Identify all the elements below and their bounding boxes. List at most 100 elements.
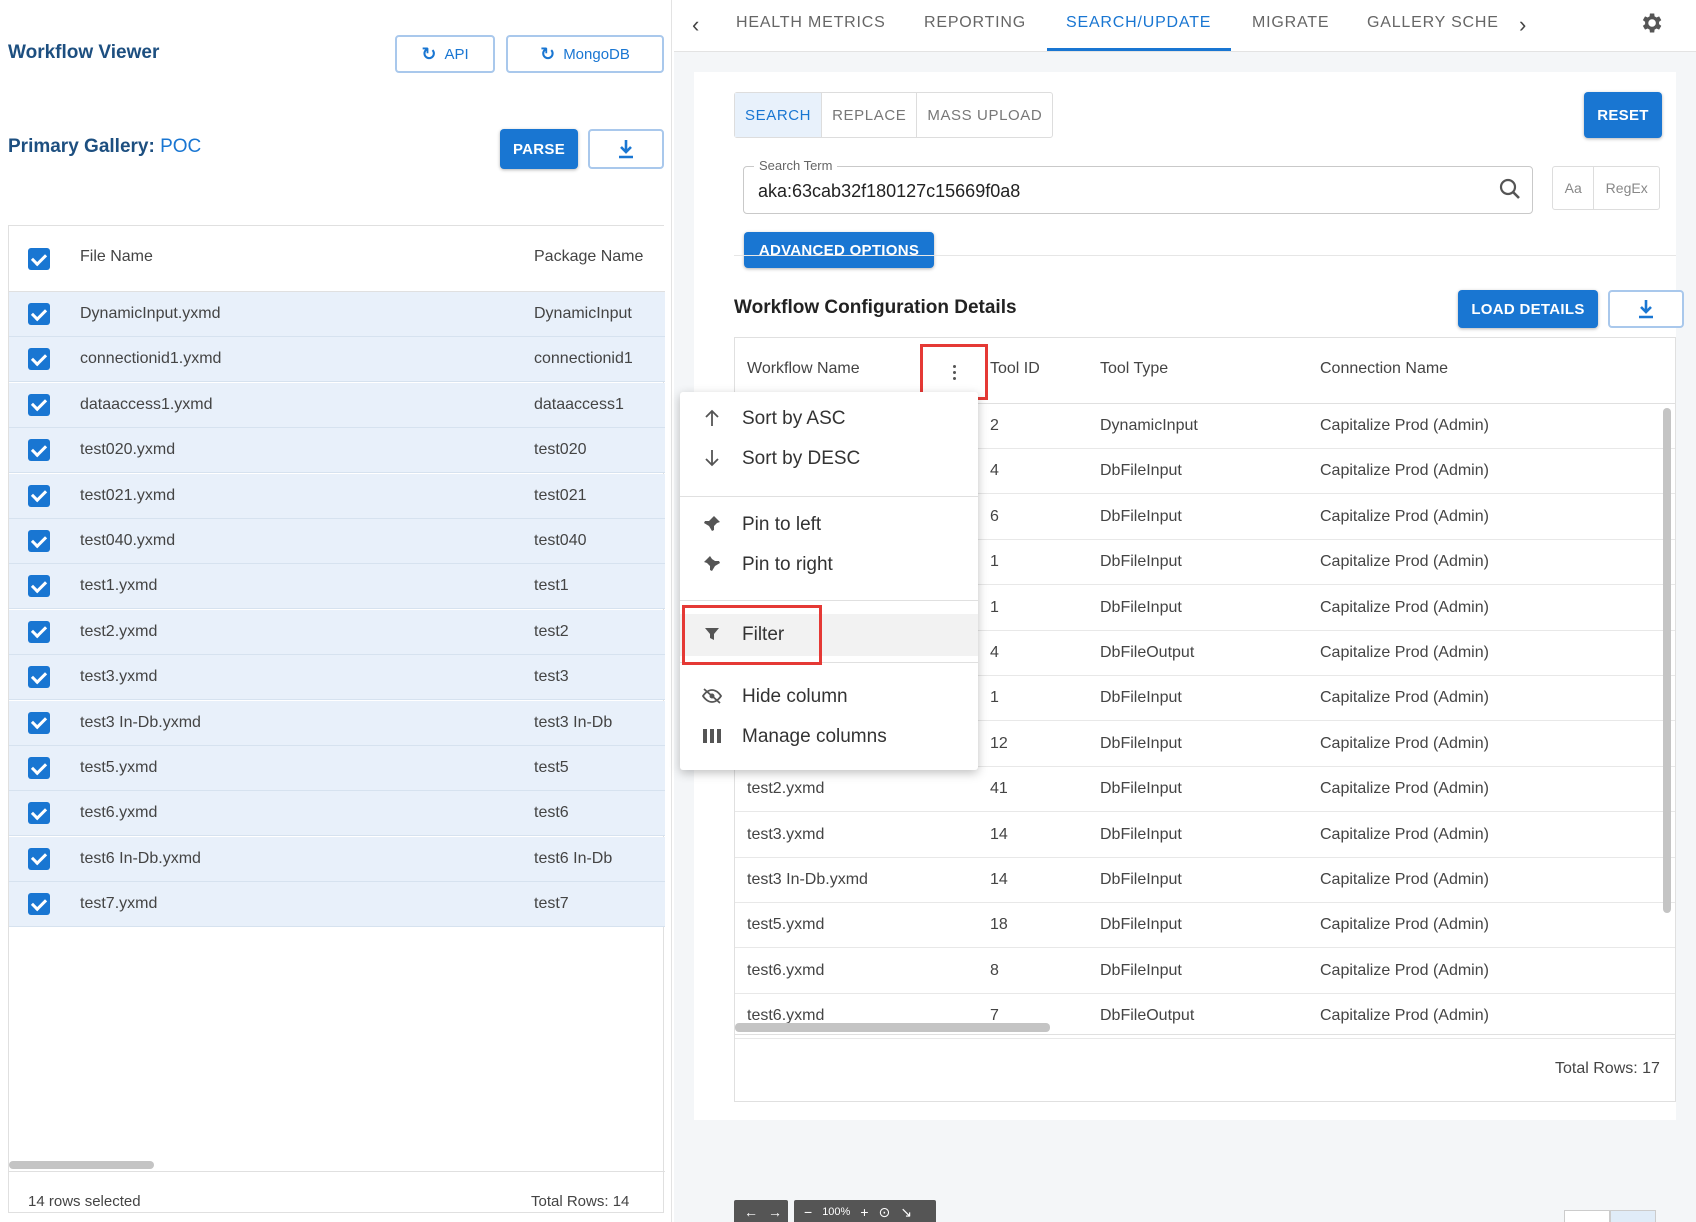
active-tab-indicator	[1047, 48, 1231, 51]
zoom-reset-icon[interactable]: ⊙	[879, 1204, 891, 1221]
left-download-button[interactable]	[588, 129, 664, 169]
row-checkbox[interactable]	[28, 439, 50, 462]
zoom-in-icon[interactable]: +	[860, 1204, 868, 1220]
table-row[interactable]: dataaccess1.yxmd dataaccess1	[9, 382, 665, 428]
row-checkbox[interactable]	[28, 575, 50, 598]
reset-button[interactable]: RESET	[1584, 92, 1662, 138]
table-row[interactable]: test021.yxmd test021	[9, 473, 665, 519]
table-row[interactable]: test7.yxmd test7	[9, 882, 665, 928]
select-all-checkbox[interactable]	[28, 248, 50, 270]
table-row[interactable]: test1.yxmd test1	[9, 564, 665, 610]
row-checkbox[interactable]	[28, 893, 50, 916]
table-row[interactable]: test040.yxmd test040	[9, 519, 665, 564]
table-row[interactable]: test6.yxmd test6	[9, 791, 665, 837]
settings-gear-icon[interactable]	[1634, 6, 1668, 40]
table-row[interactable]: test6 In-Db.yxmd test6 In-Db	[9, 836, 665, 882]
advanced-options-button[interactable]: ADVANCED OPTIONS	[744, 232, 934, 268]
menu-item-sort-desc[interactable]: Sort by DESC	[680, 438, 978, 480]
table-row[interactable]: test3.yxmd test3	[9, 655, 665, 701]
row-checkbox[interactable]	[28, 620, 50, 643]
tab-bar: ‹ HEALTH METRICS REPORTING SEARCH/UPDATE…	[674, 0, 1696, 52]
mode-replace[interactable]: REPLACE	[822, 93, 918, 137]
tool-id-cell: 2	[990, 417, 999, 434]
header-file-name[interactable]: File Name	[80, 248, 153, 266]
table-row[interactable]: test6.yxmd 8 DbFileInput Capitalize Prod (A…	[735, 949, 1675, 994]
row-checkbox[interactable]	[28, 348, 50, 371]
tool-id-cell: 14	[990, 825, 1008, 843]
regex-toggle[interactable]: RegEx	[1594, 167, 1659, 209]
row-checkbox[interactable]	[28, 393, 50, 416]
header-package-name[interactable]: Package Name	[534, 248, 643, 266]
row-checkbox[interactable]	[28, 484, 50, 507]
match-case-toggle[interactable]: Aa	[1553, 167, 1595, 209]
search-term-field[interactable]: Search Term aka:63cab32f180127c15669f0a8	[743, 158, 1533, 214]
table-row[interactable]: test3 In-Db.yxmd test3 In-Db	[9, 700, 665, 746]
table-row[interactable]: DynamicInput.yxmd DynamicInput	[9, 292, 665, 337]
table-row[interactable]: connectionid1.yxmd connectionid1	[9, 337, 665, 383]
table-row[interactable]: test5.yxmd test5	[9, 746, 665, 791]
zoom-out-icon[interactable]: −	[804, 1204, 812, 1220]
table-row[interactable]: test020.yxmd test020	[9, 428, 665, 474]
menu-item-pin-left[interactable]: Pin to left	[680, 504, 978, 546]
tabs-scroll-right-icon[interactable]: ›	[1519, 12, 1526, 38]
view-toggle-left[interactable]	[1564, 1210, 1610, 1222]
primary-gallery-label: Primary Gallery: POC	[8, 136, 201, 158]
row-checkbox[interactable]	[28, 847, 50, 870]
menu-label: Sort by DESC	[742, 448, 861, 469]
package-name-cell: test1	[534, 577, 569, 595]
row-checkbox[interactable]	[28, 757, 50, 779]
collapse-icon[interactable]: ↘	[900, 1204, 912, 1221]
header-tool-id[interactable]: Tool ID	[990, 360, 1040, 378]
package-name-cell: connectionid1	[534, 350, 633, 368]
vertical-scrollbar[interactable]	[1663, 408, 1671, 913]
menu-item-manage-columns[interactable]: Manage columns	[680, 716, 978, 758]
refresh-api-button[interactable]: ↻ API	[395, 35, 495, 73]
table-row[interactable]: test6.yxmd 7 DbFileOutput Capitalize Prod (…	[735, 994, 1675, 1040]
tabs-scroll-left-icon[interactable]: ‹	[692, 12, 699, 38]
search-term-input[interactable]: aka:63cab32f180127c15669f0a8	[758, 181, 1020, 202]
table-row[interactable]: test3 In-Db.yxmd 14 DbFileInput Capitalize …	[735, 858, 1675, 903]
row-checkbox[interactable]	[28, 802, 50, 825]
connection-name-cell: Capitalize Prod (Admin)	[1320, 1007, 1489, 1025]
header-workflow-name[interactable]: Workflow Name	[747, 360, 860, 378]
horizontal-scrollbar[interactable]	[9, 1161, 154, 1169]
header-tool-type[interactable]: Tool Type	[1100, 360, 1168, 378]
connection-name-cell: Capitalize Prod (Admin)	[1320, 689, 1489, 707]
refresh-mongodb-button[interactable]: ↻ MongoDB	[506, 35, 664, 73]
load-details-button[interactable]: LOAD DETAILS	[1458, 290, 1598, 328]
tool-type-cell: DbFileInput	[1100, 825, 1182, 843]
tab-gallery-schedule[interactable]: GALLERY SCHE	[1367, 14, 1499, 32]
file-name-cell: test7.yxmd	[80, 895, 158, 913]
row-checkbox[interactable]	[28, 666, 50, 689]
back-arrow-icon[interactable]: ←	[744, 1204, 758, 1220]
view-toggle-right[interactable]	[1610, 1210, 1656, 1222]
parse-button[interactable]: PARSE	[500, 129, 578, 169]
forward-arrow-icon[interactable]: →	[768, 1204, 782, 1220]
package-name-cell: test3	[534, 668, 569, 686]
row-checkbox[interactable]	[28, 711, 50, 734]
search-icon[interactable]	[1498, 177, 1522, 206]
tool-id-cell: 1	[990, 689, 999, 707]
row-checkbox[interactable]	[28, 303, 50, 325]
menu-item-hide-column[interactable]: Hide column	[680, 676, 978, 718]
table-row[interactable]: test3.yxmd 14 DbFileInput Capitalize Prod (…	[735, 813, 1675, 858]
tool-type-cell: DbFileInput	[1100, 689, 1182, 707]
details-download-button[interactable]	[1608, 290, 1684, 328]
menu-item-sort-asc[interactable]: Sort by ASC	[680, 398, 978, 440]
horizontal-scrollbar[interactable]	[735, 1023, 1050, 1032]
row-checkbox[interactable]	[28, 530, 50, 552]
tab-health-metrics[interactable]: HEALTH METRICS	[736, 14, 886, 32]
table-row[interactable]: test2.yxmd 41 DbFileInput Capitalize Prod (…	[735, 767, 1675, 813]
table-row[interactable]: test5.yxmd 18 DbFileInput Capitalize Prod (…	[735, 903, 1675, 949]
mode-mass-upload[interactable]: MASS UPLOAD	[917, 93, 1052, 137]
tab-search-update[interactable]: SEARCH/UPDATE	[1066, 14, 1211, 32]
tab-migrate[interactable]: MIGRATE	[1252, 14, 1329, 32]
table-row[interactable]: test2.yxmd test2	[9, 609, 665, 655]
tab-reporting[interactable]: REPORTING	[924, 14, 1026, 32]
package-name-cell: test020	[534, 441, 587, 459]
header-connection-name[interactable]: Connection Name	[1320, 360, 1448, 378]
menu-item-pin-right[interactable]: Pin to right	[680, 544, 978, 586]
mode-search[interactable]: SEARCH	[735, 93, 823, 137]
package-name-cell: test2	[534, 622, 569, 640]
menu-label: Hide column	[742, 686, 848, 707]
